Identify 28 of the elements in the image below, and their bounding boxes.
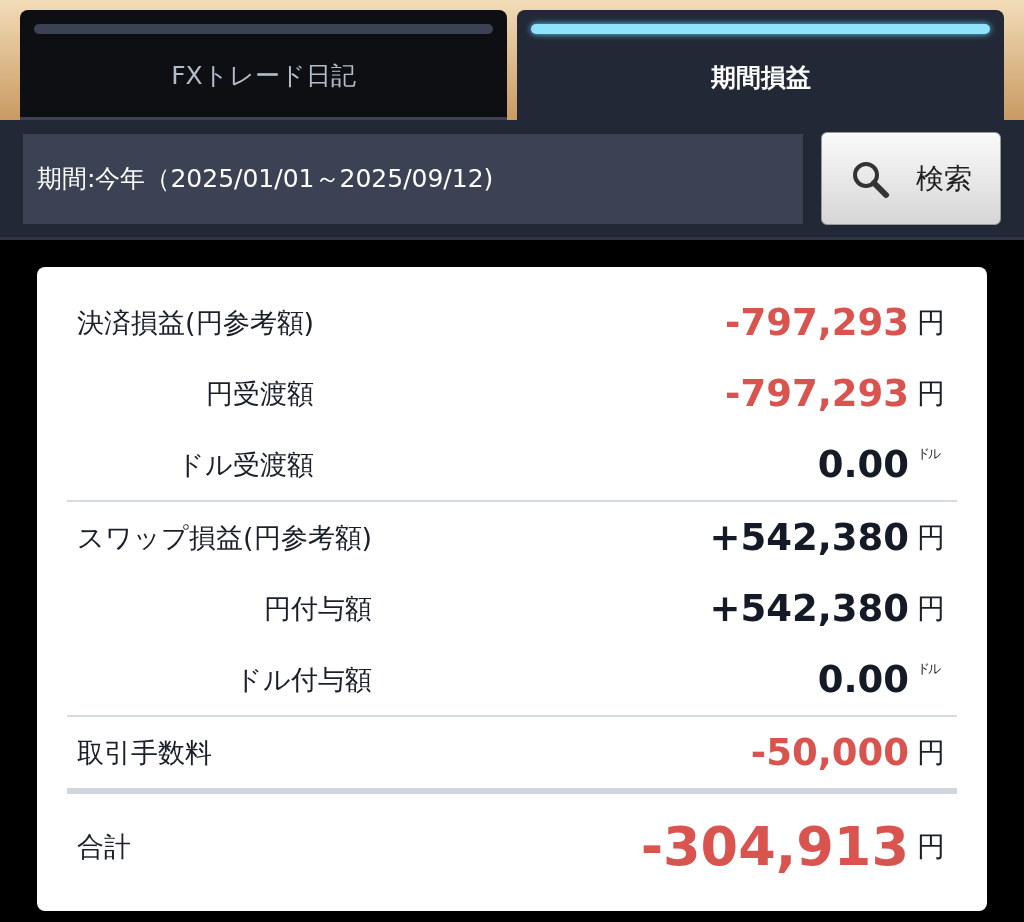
amount-value: -304,913 bbox=[640, 815, 909, 878]
row-label: 決済損益(円参考額) bbox=[77, 305, 315, 340]
total-label: 合計 bbox=[77, 829, 131, 864]
amount-value: 0.00 bbox=[817, 443, 909, 486]
currency-unit: 円 bbox=[917, 375, 944, 412]
search-button[interactable]: 検索 bbox=[821, 132, 1001, 225]
row-label: ドル受渡額 bbox=[177, 447, 315, 482]
amount-value: -50,000 bbox=[750, 731, 909, 774]
currency-unit: 円 bbox=[917, 828, 944, 865]
amount-value: +542,380 bbox=[709, 587, 909, 630]
currency-unit: 円 bbox=[917, 519, 944, 556]
row-label: ドル付与額 bbox=[235, 662, 373, 697]
tab[interactable]: 期間損益 bbox=[517, 10, 1004, 120]
row-label: スワップ損益(円参考額) bbox=[77, 520, 373, 555]
currency-unit: 円 bbox=[917, 734, 944, 771]
amount-value: -797,293 bbox=[725, 301, 909, 344]
row-label: 円付与額 bbox=[264, 591, 373, 626]
period-field[interactable]: 期間:今年（2025/01/01～2025/09/12) bbox=[23, 133, 803, 224]
amount-value: 0.00 bbox=[817, 658, 909, 701]
amount-value: +542,380 bbox=[709, 516, 909, 559]
amount-value: -797,293 bbox=[725, 372, 909, 415]
tab[interactable]: FXトレード日記 bbox=[20, 10, 507, 120]
currency-unit: ドル bbox=[917, 444, 941, 463]
currency-unit: ドル bbox=[917, 659, 941, 678]
row-label: 取引手数料 bbox=[77, 735, 212, 770]
currency-unit: 円 bbox=[917, 590, 944, 627]
row-label: 円受渡額 bbox=[206, 376, 315, 411]
currency-unit: 円 bbox=[917, 304, 944, 341]
